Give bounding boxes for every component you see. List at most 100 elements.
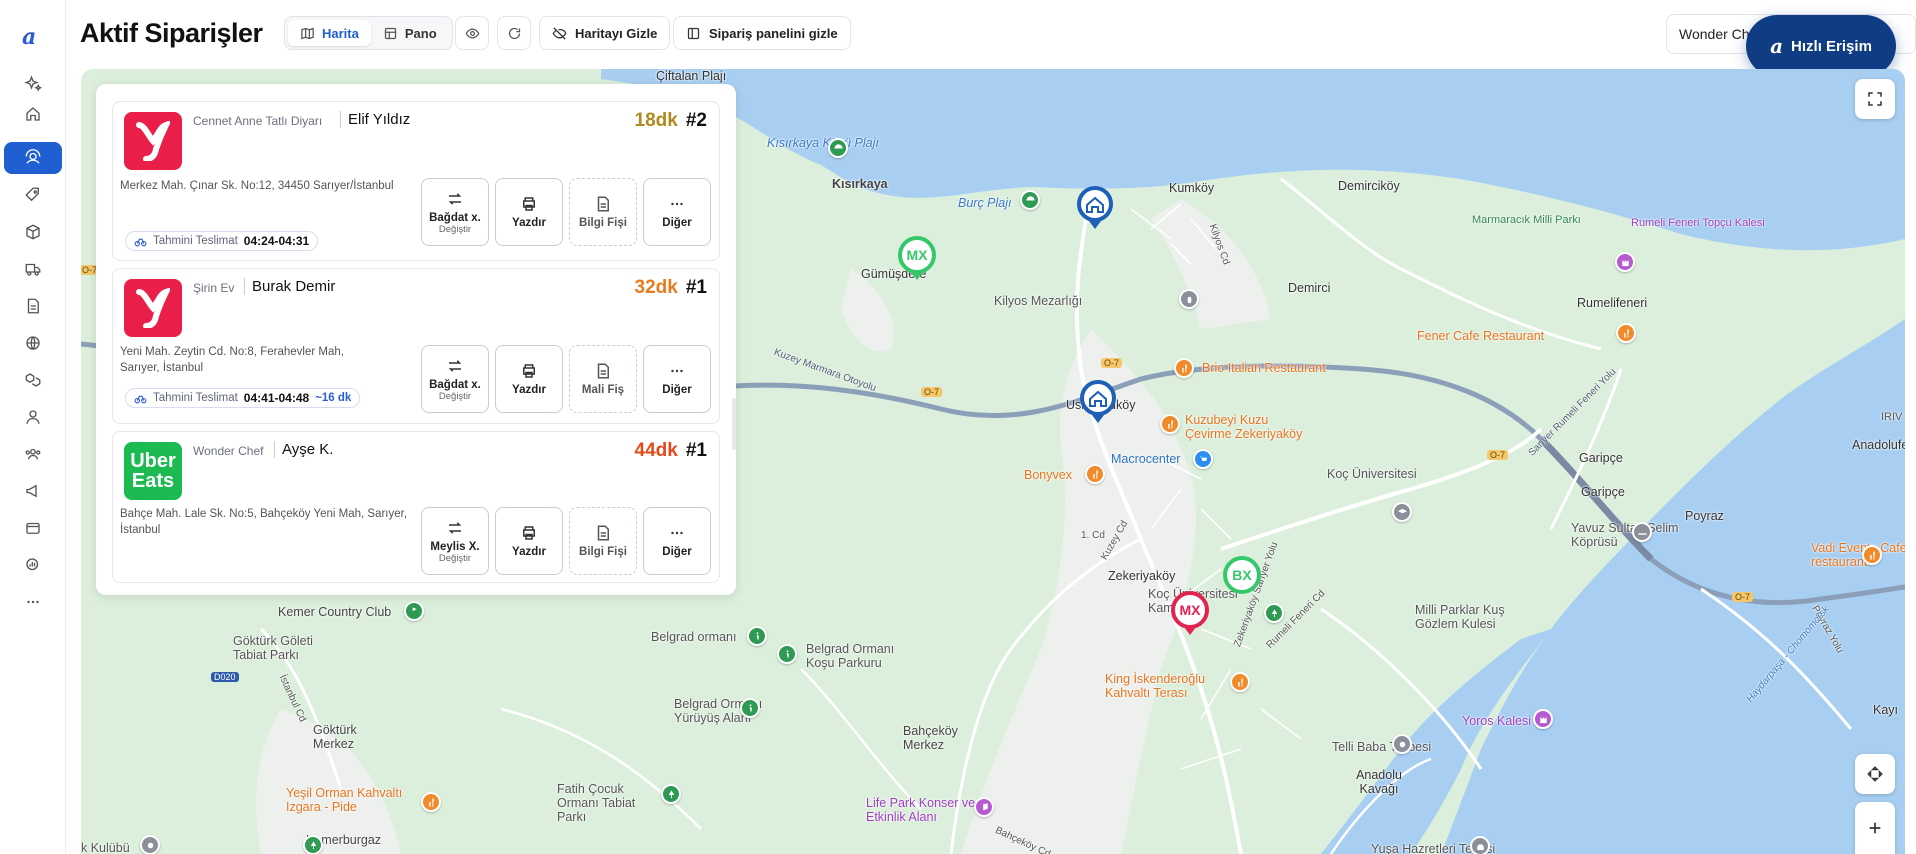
park-poi[interactable] [661,784,681,804]
courier-name: Bağdat x. [429,378,481,391]
order-marker-bx[interactable]: BX [1223,556,1261,602]
bridge-poi[interactable] [1632,522,1652,542]
print-button[interactable]: Yazdır [495,178,563,246]
beach-poi[interactable] [828,138,848,158]
park-poi[interactable] [777,644,797,664]
yemeksepeti-logo [124,279,182,337]
receipt-button[interactable]: Bilgi Fişi [569,178,637,246]
home-marker-icon [1080,380,1116,423]
sidebar-item-wallet[interactable] [4,512,62,544]
sidebar-item-global[interactable] [4,327,62,359]
receipt-button[interactable]: Bilgi Fişi [569,507,637,575]
sidebar-item-tags[interactable] [4,179,62,211]
truck-icon [25,263,41,276]
refresh-button[interactable] [497,16,531,50]
change-courier-button[interactable]: Meylis X. Değiştir [421,507,489,575]
hide-panel-label: Sipariş panelini gizle [709,25,838,41]
app-logo[interactable]: a [22,24,36,50]
sidebar-item-orders[interactable] [4,142,62,174]
place-label: Belgrad ormanı [651,630,737,644]
club-poi[interactable] [140,835,160,854]
landmark-poi[interactable] [1470,836,1490,854]
home-marker[interactable] [1080,380,1116,424]
zoom-in-button[interactable] [1855,802,1895,854]
landmark-poi[interactable] [1533,709,1553,729]
tab-map[interactable]: Harita [288,20,371,46]
receipt-button[interactable]: Mali Fiş [569,345,637,413]
more-button[interactable]: Diğer [643,178,711,246]
order-marker-mx-green[interactable]: MX [898,236,936,282]
order-marker-mx-red[interactable]: MX [1171,591,1209,637]
home-marker[interactable] [1077,186,1113,230]
beach-poi[interactable] [1020,190,1040,210]
venue-poi[interactable] [974,797,994,817]
park-poi[interactable] [1264,603,1284,623]
sidebar-item-integrations[interactable] [4,364,62,396]
sidebar-item-analytics[interactable] [4,549,62,581]
restaurant-poi[interactable] [1862,545,1882,565]
park-poi[interactable] [404,601,424,621]
hide-map-button[interactable]: Haritayı Gizle [539,16,671,50]
header: Aktif Siparişler Harita Pano Haritayı Gi… [66,0,1916,68]
fork-knife-icon [1869,550,1875,560]
university-poi[interactable] [1392,502,1412,522]
analytics-icon [26,558,39,571]
restaurant-poi[interactable] [1616,323,1636,343]
place-label: Koç Üniversitesi [1327,467,1417,481]
delivery-label: Tahmini Teslimat [153,235,238,247]
panel-icon [687,27,700,39]
fullscreen-button[interactable] [1855,79,1895,119]
wallet-icon [26,522,40,534]
sidebar-item-delivery[interactable] [4,253,62,285]
page-title: Aktif Siparişler [80,18,263,48]
restaurant-name: Cennet Anne Tatlı Diyarı [193,114,323,128]
sidebar-item-home[interactable] [4,98,62,130]
recenter-button[interactable] [1855,754,1895,794]
order-card[interactable]: Uber Eats Wonder Chef Ayşe K. 44dk #1 Bah… [112,431,720,583]
print-button[interactable]: Yazdır [495,345,563,413]
change-courier-button[interactable]: Bağdat x. Değiştir [421,178,489,246]
park-poi[interactable] [747,626,767,646]
visibility-button[interactable] [455,16,489,50]
sidebar-item-products[interactable] [4,216,62,248]
restaurant-poi[interactable] [421,792,441,812]
order-card[interactable]: Şirin Ev Burak Demir 32dk #1 Yeni Mah. Ze… [112,268,720,424]
landmark-poi[interactable] [1615,252,1635,272]
place-label: King İskenderoğlu Kahvaltı Terası [1105,672,1206,700]
sidebar-item-team[interactable] [4,438,62,470]
more-button[interactable]: Diğer [643,345,711,413]
cemetery-poi[interactable] [1179,289,1199,309]
restaurant-poi[interactable] [1160,414,1180,434]
order-address: Yeni Mah. Zeytin Cd. No:8, Ferahevler Ma… [120,346,344,374]
restaurant-poi[interactable] [1085,464,1105,484]
sidebar-item-users[interactable] [4,401,62,433]
landmark-poi[interactable] [1392,734,1412,754]
sidebar-item-ai[interactable] [4,68,62,100]
sidebar-item-more[interactable] [4,586,62,618]
shop-poi[interactable] [1193,449,1213,469]
box-icon [26,224,40,240]
ubereats-logo-text: Eats [131,470,175,492]
order-address: Bahçe Mah. Lale Sk. No:5, Bahçeköy Yeni … [120,508,408,536]
hide-panel-button[interactable]: Sipariş panelini gizle [673,16,851,50]
panel-scrollbar[interactable] [732,398,736,450]
restaurant-poi[interactable] [1174,358,1194,378]
print-button[interactable]: Yazdır [495,507,563,575]
sidebar-item-reports[interactable] [4,290,62,322]
globe-icon [26,336,40,350]
park-poi[interactable] [303,835,323,854]
place-label: Yavuz Sultan Selim Köprüsü [1571,521,1679,549]
sidebar-item-campaigns[interactable] [4,475,62,507]
place-label: Garipçe [1581,485,1625,499]
park-poi[interactable] [740,698,760,718]
more-button[interactable]: Diğer [643,507,711,575]
restaurant-poi[interactable] [1230,672,1250,692]
change-courier-button[interactable]: Bağdat x. Değiştir [421,345,489,413]
tab-board[interactable]: Pano [371,20,449,46]
quick-access-button[interactable]: a Hızlı Erişim [1746,15,1896,77]
courier-change-label: Değiştir [438,223,472,235]
orders-panel: Cennet Anne Tatlı Diyarı Elif Yıldız 18d… [96,84,736,595]
place-label: Milli Parklar Kuş Gözlem Kulesi [1415,603,1505,631]
bridge-icon [1637,530,1647,535]
order-card[interactable]: Cennet Anne Tatlı Diyarı Elif Yıldız 18d… [112,101,720,261]
